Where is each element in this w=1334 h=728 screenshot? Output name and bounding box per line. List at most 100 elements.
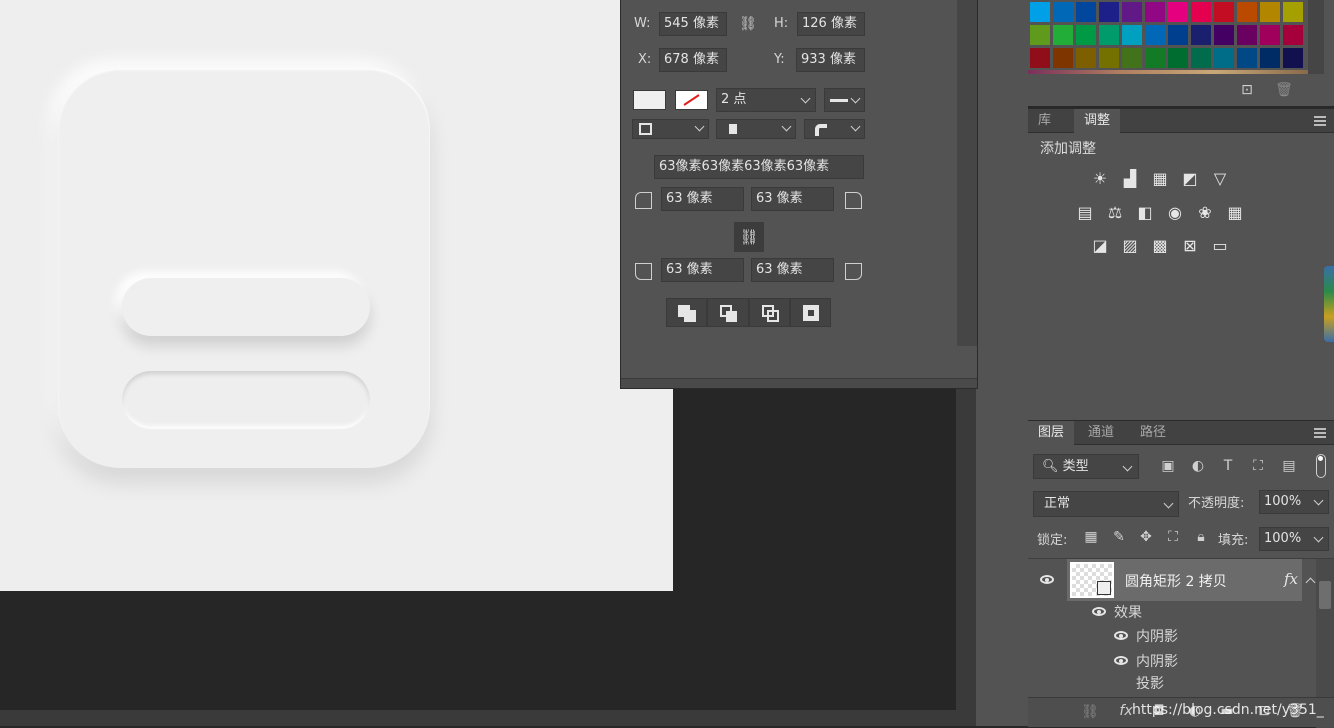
swatch[interactable]: [1191, 48, 1211, 68]
vibrance-icon[interactable]: ▽: [1210, 169, 1230, 189]
swatch[interactable]: [1076, 48, 1096, 68]
swatch[interactable]: [1168, 25, 1188, 45]
tab-layers[interactable]: 图层: [1028, 421, 1075, 445]
layer-name[interactable]: 圆角矩形 2 拷贝: [1125, 571, 1227, 591]
swatch[interactable]: [1145, 48, 1165, 68]
inset-pill-shape[interactable]: [122, 371, 370, 429]
swatch[interactable]: [1237, 2, 1257, 22]
swatch[interactable]: [1214, 25, 1234, 45]
corner-bottom-right-field[interactable]: 63 像素: [751, 258, 834, 282]
all-corners-field[interactable]: 63像素63像素63像素63像素: [654, 155, 864, 179]
swatch-scrollbar[interactable]: [1308, 0, 1324, 74]
swatch[interactable]: [1053, 25, 1073, 45]
link-dimensions-icon[interactable]: ⛓: [739, 16, 757, 32]
black-white-icon[interactable]: ◧: [1135, 203, 1155, 223]
lock-image-icon[interactable]: ✎: [1110, 529, 1128, 545]
artboard[interactable]: [0, 0, 673, 591]
effect-visibility-eye-icon[interactable]: [1114, 656, 1128, 665]
swatch[interactable]: [1122, 2, 1142, 22]
filter-pixel-icon[interactable]: ▣: [1159, 458, 1177, 474]
swatch[interactable]: [1168, 48, 1188, 68]
swatch[interactable]: [1283, 25, 1303, 45]
link-corners-button[interactable]: ⛓: [734, 222, 764, 252]
raised-pill-shape[interactable]: [122, 278, 370, 336]
swatch[interactable]: [1099, 25, 1119, 45]
swatch[interactable]: [1260, 25, 1280, 45]
tab-adjustments[interactable]: 调整: [1074, 109, 1121, 133]
fx-badge[interactable]: fx: [1284, 570, 1298, 588]
brightness-icon[interactable]: ☀: [1090, 169, 1110, 189]
x-field[interactable]: 678 像素: [659, 48, 727, 72]
tab-paths[interactable]: 路径: [1130, 421, 1176, 445]
swatch[interactable]: [1099, 48, 1119, 68]
corner-bottom-left-field[interactable]: 63 像素: [661, 258, 744, 282]
y-field[interactable]: 933 像素: [796, 48, 865, 72]
swatch[interactable]: [1214, 48, 1234, 68]
width-field[interactable]: 545 像素: [659, 12, 727, 36]
channel-mixer-icon[interactable]: ❀: [1195, 203, 1215, 223]
lock-position-icon[interactable]: ✥: [1137, 529, 1155, 545]
height-field[interactable]: 126 像素: [797, 12, 865, 36]
blend-mode-dropdown[interactable]: 正常: [1033, 491, 1179, 517]
curves-icon[interactable]: ▦: [1150, 169, 1170, 189]
lock-artboard-icon[interactable]: ⛶: [1164, 529, 1182, 545]
invert-icon[interactable]: ◪: [1090, 236, 1110, 256]
filter-smart-object-icon[interactable]: ▤: [1280, 458, 1298, 474]
layer-thumbnail[interactable]: [1070, 562, 1114, 598]
swatch[interactable]: [1030, 48, 1050, 68]
swatch[interactable]: [1260, 48, 1280, 68]
effects-visibility-eye-icon[interactable]: [1092, 607, 1106, 616]
swatch[interactable]: [1053, 48, 1073, 68]
corner-top-left-field[interactable]: 63 像素: [661, 187, 744, 211]
effect-drop-shadow[interactable]: 投影: [1136, 673, 1164, 693]
swatch[interactable]: [1030, 25, 1050, 45]
posterize-icon[interactable]: ▨: [1120, 236, 1140, 256]
hue-saturation-icon[interactable]: ▤: [1075, 203, 1095, 223]
swatch[interactable]: [1030, 2, 1050, 22]
exposure-icon[interactable]: ◩: [1180, 169, 1200, 189]
swatch[interactable]: [1122, 25, 1142, 45]
swatch[interactable]: [1283, 48, 1303, 68]
effect-inner-shadow-1[interactable]: 内阴影: [1136, 626, 1178, 646]
swatch[interactable]: [1099, 2, 1119, 22]
tab-library[interactable]: 库: [1028, 109, 1061, 133]
swatch[interactable]: [1053, 2, 1073, 22]
combine-shapes-button[interactable]: [666, 298, 707, 327]
fill-color-swatch[interactable]: [633, 90, 666, 110]
swatch[interactable]: [1076, 2, 1096, 22]
canvas-horizontal-scrollbar[interactable]: [0, 710, 976, 726]
chevron-up-icon[interactable]: [1305, 577, 1316, 588]
swatch[interactable]: [1122, 48, 1142, 68]
new-swatch-icon[interactable]: ⊡: [1238, 82, 1256, 98]
link-layers-icon[interactable]: ⛓: [1081, 704, 1099, 720]
swatch[interactable]: [1191, 25, 1211, 45]
filter-type-icon[interactable]: T: [1219, 458, 1237, 474]
properties-scrollbar[interactable]: [957, 0, 977, 346]
lock-all-icon[interactable]: 🔒︎: [1192, 529, 1210, 545]
panel-resize-grip[interactable]: [621, 378, 977, 388]
photo-filter-icon[interactable]: ◉: [1165, 203, 1185, 223]
swatch[interactable]: [1237, 25, 1257, 45]
stroke-width-field[interactable]: 2 点: [716, 88, 816, 112]
swatch[interactable]: [1260, 2, 1280, 22]
filter-shape-icon[interactable]: ⛶: [1249, 458, 1267, 474]
effect-visibility-eye-icon[interactable]: [1114, 631, 1128, 640]
swatch[interactable]: [1191, 2, 1211, 22]
tab-channels[interactable]: 通道: [1078, 421, 1124, 445]
exclude-shapes-button[interactable]: [790, 298, 831, 327]
effect-inner-shadow-2[interactable]: 内阴影: [1136, 651, 1178, 671]
corner-top-right-field[interactable]: 63 像素: [751, 187, 834, 211]
threshold-icon[interactable]: ▩: [1150, 236, 1170, 256]
levels-icon[interactable]: ▟: [1120, 169, 1140, 189]
panel-menu-icon[interactable]: [1314, 428, 1326, 438]
swatch[interactable]: [1076, 25, 1096, 45]
panel-menu-icon[interactable]: [1314, 116, 1326, 126]
swatch[interactable]: [1145, 25, 1165, 45]
filter-adjustment-icon[interactable]: ◐: [1189, 458, 1207, 474]
color-balance-icon[interactable]: ⚖: [1105, 203, 1125, 223]
swatch[interactable]: [1283, 2, 1303, 22]
trash-icon[interactable]: 🗑: [1275, 82, 1293, 98]
swatch[interactable]: [1214, 2, 1234, 22]
visibility-eye-icon[interactable]: [1040, 575, 1054, 584]
swatch[interactable]: [1237, 48, 1257, 68]
